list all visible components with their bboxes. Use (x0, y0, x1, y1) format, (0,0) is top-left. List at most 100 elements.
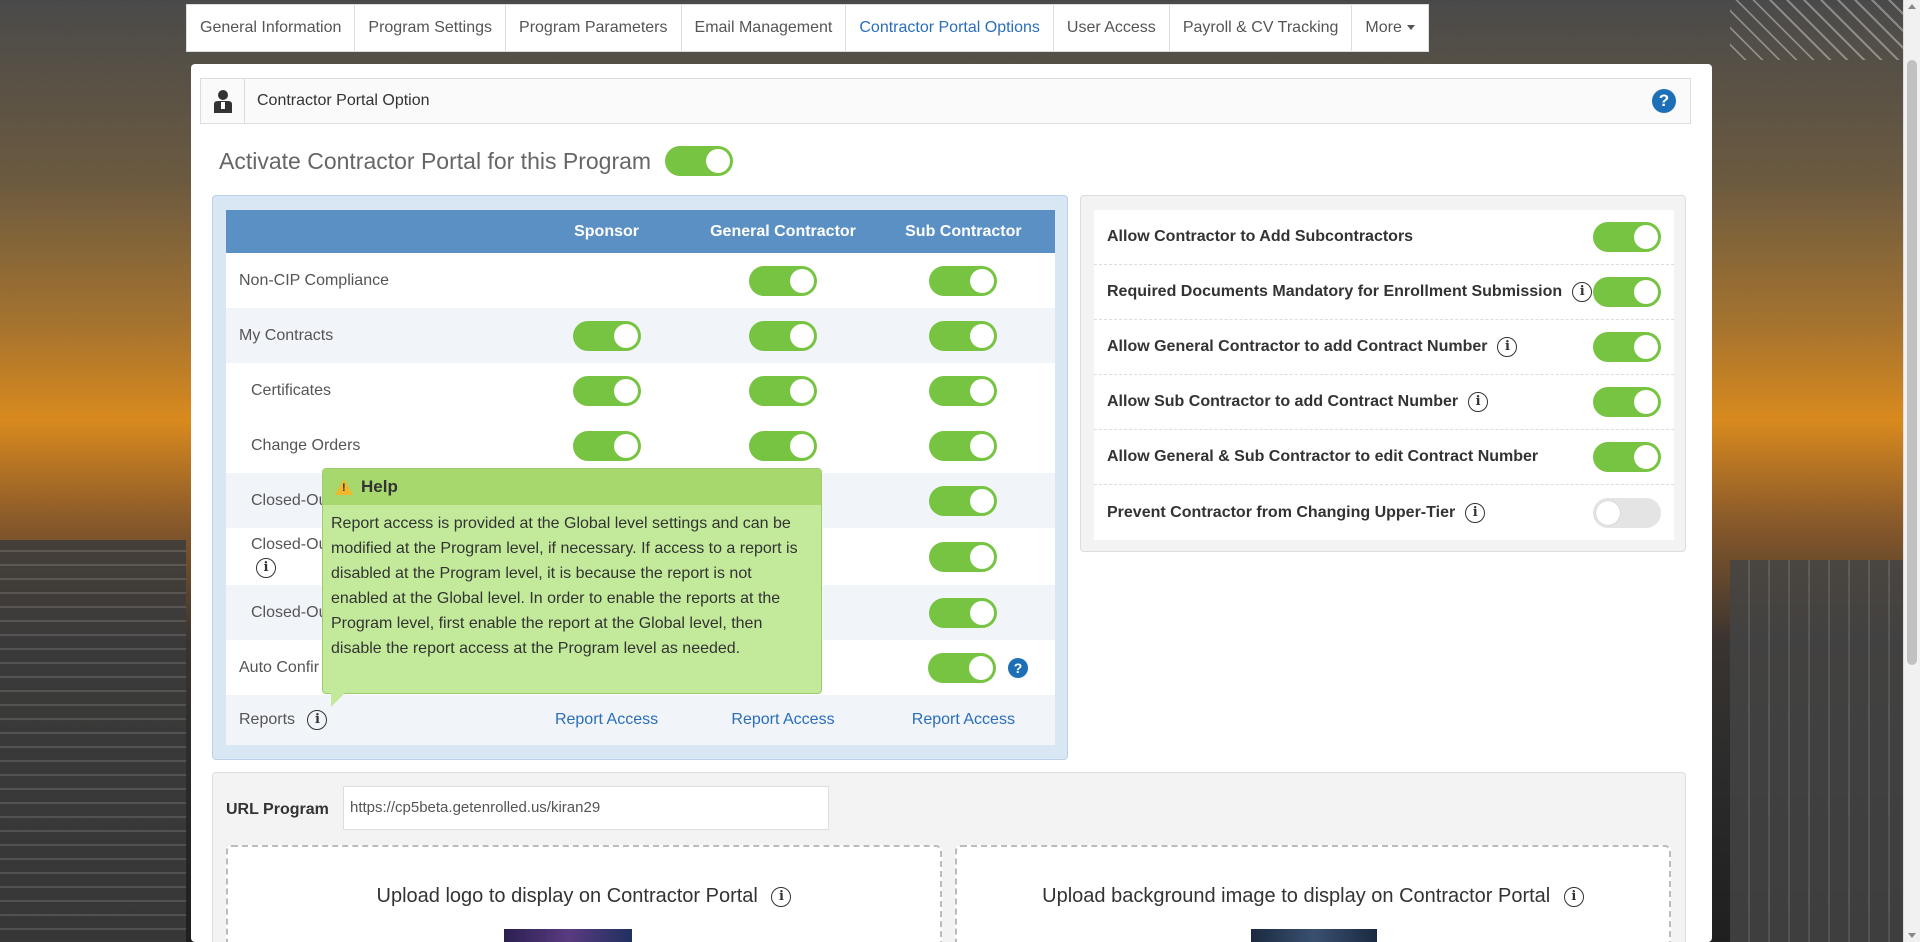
sub-cell: ? (871, 652, 1055, 683)
sponsor-cell (519, 320, 694, 351)
sub-toggle[interactable] (929, 541, 998, 572)
tooltip-body: Report access is provided at the Global … (331, 515, 798, 657)
upload-background-dropzone[interactable]: Upload background image to display on Co… (955, 845, 1671, 942)
tab-contractor-portal-options[interactable]: Contractor Portal Options (846, 5, 1054, 51)
option-label: Prevent Contractor from Changing Upper-T… (1107, 503, 1456, 521)
info-icon[interactable]: i (1563, 886, 1584, 907)
url-upload-container: URL Program https://cp5beta.getenrolled.… (212, 772, 1686, 942)
reports-label-cell: Reports i (226, 710, 519, 730)
sub-toggle[interactable] (929, 430, 998, 461)
gc-report-access-link[interactable]: Report Access (731, 711, 834, 729)
table-row-certificates: Certificates (226, 363, 1055, 418)
option-label: Allow General & Sub Contractor to edit C… (1107, 448, 1539, 465)
tab-bar: General Information Program Settings Pro… (186, 4, 1429, 52)
table-row-reports: Reports i Report Access Report Access Re… (226, 695, 1055, 745)
question-circle-icon[interactable]: ? (1652, 89, 1676, 113)
upload-background-title: Upload background image to display on Co… (1042, 885, 1551, 907)
tab-email-management[interactable]: Email Management (682, 5, 847, 51)
sponsor-toggle[interactable] (572, 430, 641, 461)
option-label: Allow General Contractor to add Contract… (1107, 338, 1488, 355)
scrollbar-thumb[interactable] (1907, 60, 1917, 665)
gc-toggle[interactable] (749, 375, 818, 406)
access-table-header: Sponsor General Contractor Sub Contracto… (226, 210, 1055, 253)
activate-portal-toggle[interactable] (665, 146, 734, 176)
gc-cell: Report Access (694, 711, 871, 729)
sponsor-toggle[interactable] (572, 320, 641, 351)
upload-logo-dropzone[interactable]: Upload logo to display on Contractor Por… (226, 845, 942, 942)
info-icon[interactable]: i (1497, 337, 1518, 357)
option-gc-add-contract-number: Allow General Contractor to add Contract… (1094, 320, 1674, 375)
contractor-options-list: Allow Contractor to Add Subcontractors R… (1094, 210, 1674, 540)
sub-toggle[interactable] (929, 375, 998, 406)
sub-cell (872, 485, 1055, 516)
vertical-scrollbar[interactable] (1903, 0, 1920, 942)
question-circle-icon[interactable]: ? (1008, 657, 1029, 678)
background-building-right (1730, 560, 1920, 942)
contractor-icon (201, 79, 245, 123)
tooltip-tail (331, 693, 345, 707)
info-icon[interactable]: i (256, 557, 276, 578)
gc-cell (694, 430, 871, 461)
sub-report-access-link[interactable]: Report Access (912, 711, 1015, 729)
option-toggle[interactable] (1593, 387, 1661, 417)
info-icon[interactable]: i (1468, 392, 1489, 412)
sub-cell (872, 265, 1055, 296)
logo-thumbnail (504, 929, 632, 942)
sub-toggle[interactable] (928, 652, 997, 683)
option-required-documents: Required Documents Mandatory for Enrollm… (1094, 265, 1674, 320)
gc-toggle[interactable] (749, 265, 817, 296)
sub-toggle[interactable] (929, 485, 998, 516)
gc-cell (694, 265, 871, 296)
url-program-label: URL Program (226, 801, 329, 818)
gc-toggle[interactable] (749, 430, 818, 461)
header-general-contractor: General Contractor (710, 222, 856, 240)
upload-logo-title-row: Upload logo to display on Contractor Por… (228, 885, 940, 908)
sub-cell (872, 597, 1055, 628)
sponsor-report-access-link[interactable]: Report Access (555, 711, 658, 729)
warning-icon: ! (335, 479, 353, 495)
row-label: My Contracts (239, 326, 334, 344)
table-row-non-cip-compliance: Non-CIP Compliance (226, 253, 1055, 308)
upload-background-title-row: Upload background image to display on Co… (957, 885, 1669, 908)
info-icon[interactable]: i (1572, 282, 1593, 302)
tab-program-settings[interactable]: Program Settings (355, 5, 507, 51)
activate-portal-row: Activate Contractor Portal for this Prog… (219, 146, 734, 176)
option-toggle[interactable] (1593, 442, 1661, 472)
url-program-input[interactable]: https://cp5beta.getenrolled.us/kiran29 (343, 786, 829, 830)
table-row-change-orders: Change Orders (226, 418, 1055, 473)
tab-program-parameters[interactable]: Program Parameters (506, 5, 682, 51)
sponsor-cell (519, 375, 694, 406)
info-icon[interactable]: i (307, 710, 328, 730)
tab-user-access[interactable]: User Access (1054, 5, 1170, 51)
tab-more[interactable]: More (1352, 5, 1427, 51)
option-toggle[interactable] (1593, 497, 1661, 528)
option-label: Allow Contractor to Add Subcontractors (1107, 228, 1414, 245)
sub-toggle[interactable] (929, 265, 998, 296)
row-label: Change Orders (251, 436, 361, 454)
help-tooltip: ! Help Report access is provided at the … (322, 468, 822, 707)
option-toggle[interactable] (1593, 277, 1661, 307)
background-crane (1730, 0, 1920, 60)
tab-payroll-cv-tracking[interactable]: Payroll & CV Tracking (1170, 5, 1353, 51)
sub-toggle[interactable] (929, 597, 998, 628)
option-allow-add-subcontractors: Allow Contractor to Add Subcontractors (1094, 210, 1674, 265)
sponsor-toggle[interactable] (572, 375, 641, 406)
info-icon[interactable]: i (771, 886, 792, 907)
sub-cell: Report Access (872, 711, 1055, 729)
caret-down-icon (1406, 25, 1415, 31)
option-label: Allow Sub Contractor to add Contract Num… (1107, 393, 1459, 410)
sub-cell (872, 430, 1055, 461)
scroll-up-arrow-icon[interactable] (1908, 4, 1916, 9)
tooltip-title: Help (361, 477, 398, 496)
scroll-down-arrow-icon[interactable] (1908, 933, 1916, 938)
sub-toggle[interactable] (929, 320, 998, 351)
info-icon[interactable]: i (1465, 502, 1486, 523)
option-toggle[interactable] (1593, 222, 1661, 252)
row-label: Non-CIP Compliance (239, 271, 389, 289)
sub-cell (872, 541, 1055, 572)
option-toggle[interactable] (1593, 332, 1661, 362)
option-sub-add-contract-number: Allow Sub Contractor to add Contract Num… (1094, 375, 1674, 430)
tab-general-information[interactable]: General Information (187, 5, 356, 51)
gc-toggle[interactable] (749, 320, 817, 351)
sponsor-cell (519, 430, 694, 461)
